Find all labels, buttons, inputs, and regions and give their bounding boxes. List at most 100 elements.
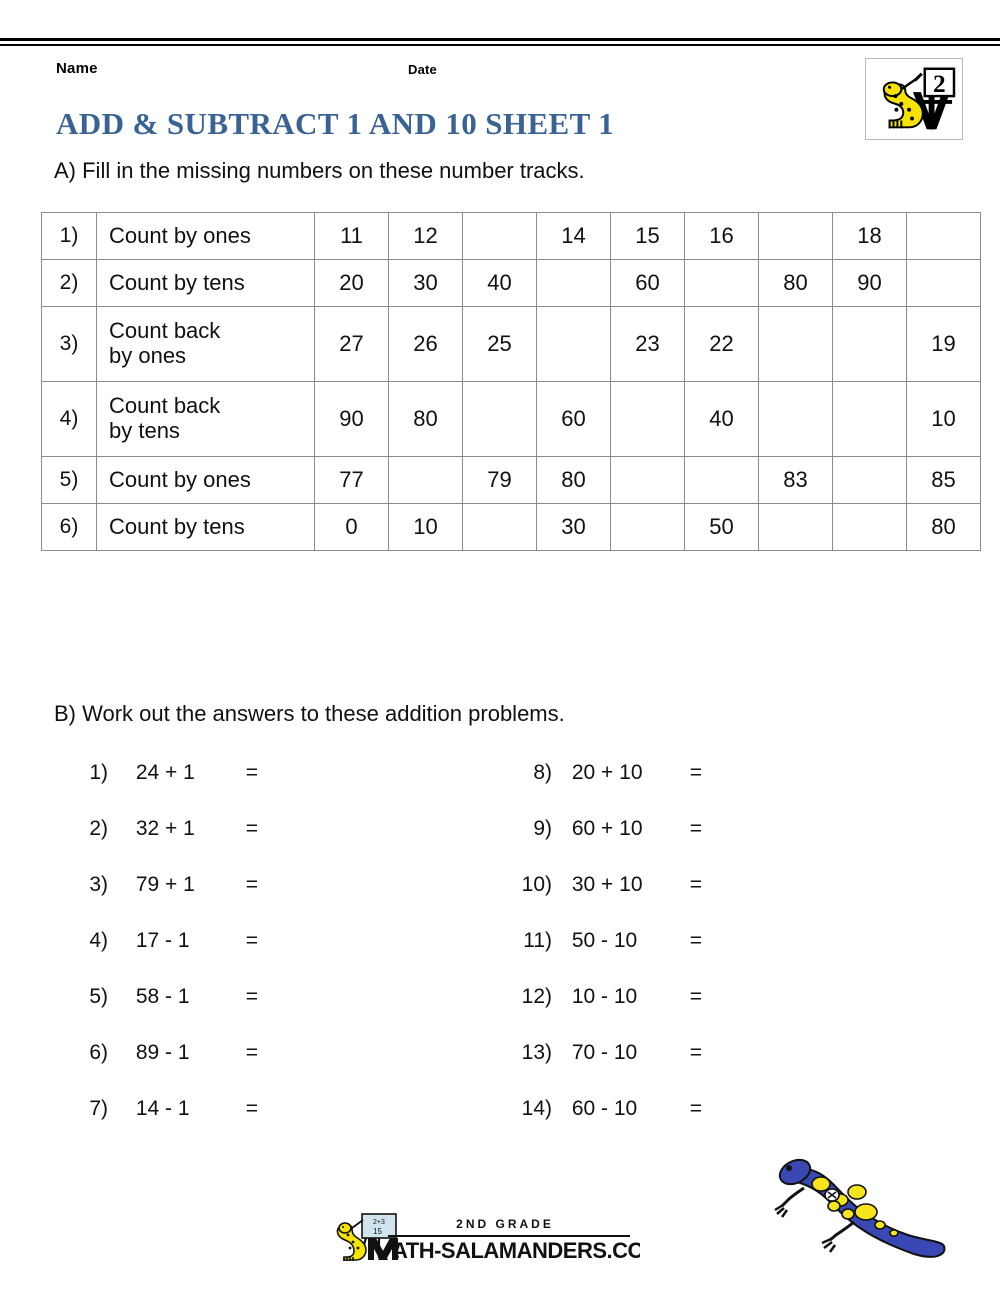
track-cell[interactable]: 12 <box>388 212 463 260</box>
problem-item: 11) 50 - 10 = <box>500 929 710 953</box>
problem-expression: 10 - 10 <box>571 985 638 1008</box>
track-cell[interactable]: 50 <box>684 503 759 551</box>
row-label: Count by tens <box>96 259 315 307</box>
problem-equals: = <box>689 985 702 1008</box>
track-cell[interactable]: 40 <box>684 381 759 457</box>
track-cell[interactable]: 18 <box>832 212 907 260</box>
problem-item: 12) 10 - 10 = <box>500 985 710 1009</box>
track-cell[interactable] <box>758 381 833 457</box>
track-cell[interactable]: 90 <box>832 259 907 307</box>
track-cell[interactable] <box>610 503 685 551</box>
track-cell[interactable] <box>684 259 759 307</box>
track-cell[interactable]: 14 <box>536 212 611 260</box>
problem-expression: 60 - 10 <box>571 1097 638 1120</box>
track-cell[interactable] <box>462 503 537 551</box>
problem-item: 2) 32 + 1 = <box>62 817 266 841</box>
track-cell[interactable]: 11 <box>314 212 389 260</box>
track-cell[interactable] <box>758 212 833 260</box>
track-cell[interactable]: 90 <box>314 381 389 457</box>
track-cell[interactable] <box>536 306 611 382</box>
track-cell[interactable]: 23 <box>610 306 685 382</box>
problem-index: 2) <box>89 817 108 840</box>
track-cell[interactable]: 30 <box>536 503 611 551</box>
problem-equals: = <box>689 1097 702 1120</box>
track-cell[interactable] <box>832 503 907 551</box>
track-cell[interactable]: 15 <box>610 212 685 260</box>
track-cell[interactable]: 40 <box>462 259 537 307</box>
track-cell[interactable]: 30 <box>388 259 463 307</box>
track-cell[interactable]: 80 <box>388 381 463 457</box>
track-cell[interactable]: 85 <box>906 456 981 504</box>
track-cell[interactable] <box>832 381 907 457</box>
row-index: 6) <box>41 503 97 551</box>
track-cell[interactable]: 27 <box>314 306 389 382</box>
problem-equals: = <box>245 761 258 784</box>
problem-index: 7) <box>89 1097 108 1120</box>
track-cell[interactable]: 80 <box>536 456 611 504</box>
track-cell[interactable] <box>758 306 833 382</box>
problem-equals: = <box>689 873 702 896</box>
table-row: 6) Count by tens 0 10 30 50 80 <box>41 503 981 551</box>
track-cell[interactable] <box>536 259 611 307</box>
track-cell[interactable] <box>610 456 685 504</box>
track-cell[interactable]: 83 <box>758 456 833 504</box>
track-cell[interactable]: 16 <box>684 212 759 260</box>
problem-expression: 50 - 10 <box>571 929 638 952</box>
track-cell[interactable] <box>832 456 907 504</box>
row-label-line: Count by tens <box>109 269 245 295</box>
problem-expression: 58 - 1 <box>135 985 190 1008</box>
track-cell[interactable]: 19 <box>906 306 981 382</box>
row-label-line: Count by ones <box>109 222 251 248</box>
problem-index: 4) <box>89 929 108 952</box>
problem-expression: 24 + 1 <box>135 761 195 784</box>
track-cell[interactable] <box>906 259 981 307</box>
problem-expression: 14 - 1 <box>135 1097 190 1120</box>
track-cell[interactable]: 10 <box>906 381 981 457</box>
track-cell[interactable]: 60 <box>536 381 611 457</box>
track-cell[interactable] <box>610 381 685 457</box>
row-label: Count by tens <box>96 503 315 551</box>
problem-item: 9) 60 + 10 = <box>500 817 710 841</box>
track-cell[interactable] <box>832 306 907 382</box>
track-cell[interactable] <box>388 456 463 504</box>
problem-index: 5) <box>89 985 108 1008</box>
track-cell[interactable]: 22 <box>684 306 759 382</box>
problem-index: 6) <box>89 1041 108 1064</box>
problem-expression: 32 + 1 <box>135 817 195 840</box>
track-cell[interactable]: 26 <box>388 306 463 382</box>
table-row: 1) Count by ones 11 12 14 15 16 18 <box>41 212 981 260</box>
track-cell[interactable]: 79 <box>462 456 537 504</box>
top-rule-thick <box>0 38 1000 41</box>
problem-index: 11) <box>523 929 552 952</box>
svg-text:2+3: 2+3 <box>373 1219 385 1226</box>
problem-item: 6) 89 - 1 = <box>62 1041 266 1065</box>
track-cell[interactable] <box>684 456 759 504</box>
problem-expression: 17 - 1 <box>135 929 190 952</box>
track-cell[interactable]: 10 <box>388 503 463 551</box>
row-index: 4) <box>41 381 97 457</box>
track-cell[interactable] <box>906 212 981 260</box>
track-cell[interactable] <box>462 381 537 457</box>
track-cell[interactable]: 60 <box>610 259 685 307</box>
track-cell[interactable]: 25 <box>462 306 537 382</box>
problem-expression: 20 + 10 <box>571 761 643 784</box>
problem-equals: = <box>245 873 258 896</box>
track-cell[interactable]: 20 <box>314 259 389 307</box>
problem-item: 7) 14 - 1 = <box>62 1097 266 1121</box>
page-title: ADD & SUBTRACT 1 AND 10 SHEET 1 <box>56 106 615 141</box>
footer-grade-text: 2ND GRADE <box>456 1217 554 1231</box>
problem-equals: = <box>689 817 702 840</box>
track-cell[interactable] <box>758 503 833 551</box>
track-cell[interactable]: 0 <box>314 503 389 551</box>
track-cell[interactable]: 80 <box>906 503 981 551</box>
row-label-line: by ones <box>109 343 187 368</box>
track-cell[interactable]: 80 <box>758 259 833 307</box>
track-cell[interactable]: 77 <box>314 456 389 504</box>
table-row: 2) Count by tens 20 30 40 60 80 90 <box>41 259 981 307</box>
problem-item: 13) 70 - 10 = <box>500 1041 710 1065</box>
corner-grade-logo: 2 <box>865 58 963 140</box>
track-cell[interactable] <box>462 212 537 260</box>
table-row: 3) Count back by ones 27 26 25 23 22 19 <box>41 306 981 382</box>
problem-equals: = <box>689 761 702 784</box>
section-a-instruction: A) Fill in the missing numbers on these … <box>54 158 585 183</box>
